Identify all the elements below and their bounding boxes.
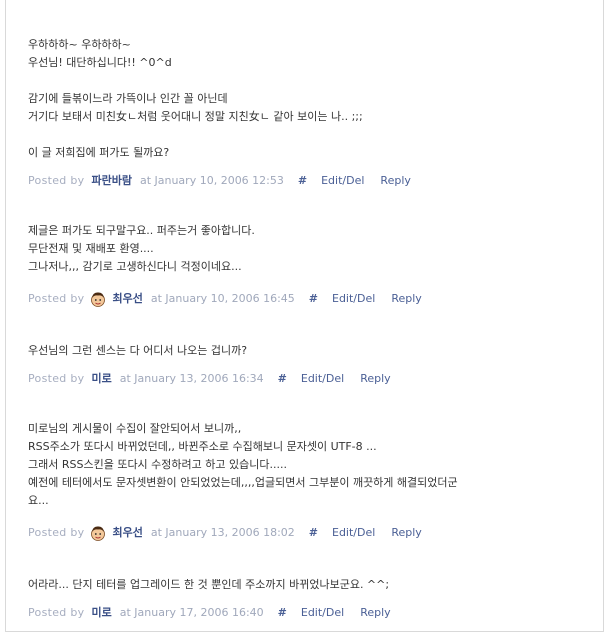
comment-date: at January 10, 2006 12:53 <box>139 174 284 187</box>
comment-author-link[interactable]: 미로 <box>91 604 111 622</box>
comment-meta: Posted by 최우선 at January 10, 2006 16:45 … <box>28 290 598 308</box>
comment-meta: Posted by 파란바람 at January 10, 2006 12:53… <box>28 172 598 190</box>
comment-text-line <box>28 72 598 90</box>
user-avatar-icon <box>91 526 106 541</box>
comment-item: 어라라... 단지 테터를 업그레이드 한 것 뿐인데 주소까지 바뀌었나보군요… <box>28 576 598 622</box>
comment-author-link[interactable]: 파란바람 <box>91 172 131 190</box>
comment-text-line: 요... <box>28 494 49 507</box>
comment-text-line: 무단전재 및 재배포 환영.... <box>28 242 154 255</box>
comment-text-line: 우선님의 그런 센스는 다 어디서 나오는 겁니까? <box>28 344 248 357</box>
posted-by-label: Posted by <box>28 372 85 385</box>
posted-by-label: Posted by <box>28 292 85 305</box>
comment-author-link[interactable]: 최우선 <box>112 524 142 542</box>
edit-delete-link[interactable]: Edit/Del <box>301 370 344 388</box>
reply-link[interactable]: Reply <box>380 172 410 190</box>
comment-item: 우하하하~ 우하하하~ 우선님! 대단하십니다!! ^0^d 감기에 들볶이느라… <box>28 36 598 190</box>
comment-text-line: 어라라... 단지 테터를 업그레이드 한 것 뿐인데 주소까지 바뀌었나보군요… <box>28 578 390 591</box>
user-avatar-icon <box>91 292 106 307</box>
comment-text-line: 그래서 RSS스킨을 또다시 수정하려고 하고 있습니다..... <box>28 458 287 471</box>
posted-by-label: Posted by <box>28 526 85 539</box>
comment-text-line: 예전에 테터에서도 문자셋변환이 안되었었는데,,,,업글되면서 그부분이 깨끗… <box>28 476 458 489</box>
comment-text-line: 이 글 저희집에 퍼가도 될까요? <box>28 146 170 159</box>
comment-meta: Posted by 미로 at January 17, 2006 16:40 #… <box>28 604 598 622</box>
comment-text-line: RSS주소가 또다시 바뀌었던데,, 바뀐주소로 수집해보니 문자셋이 UTF-… <box>28 440 377 453</box>
comment-text-line: 감기에 들볶이느라 가뜩이나 인간 꼴 아닌데 <box>28 92 228 105</box>
comment-item: 제글은 퍼가도 되구말구요.. 퍼주는거 좋아합니다. 무단전재 및 재배포 환… <box>28 222 598 308</box>
comment-text-line: 우선님! 대단하십니다!! ^0^d <box>28 56 172 69</box>
posted-by-label: Posted by <box>28 174 85 187</box>
posted-by-label: Posted by <box>28 606 85 619</box>
permalink-link[interactable]: # <box>298 172 307 190</box>
comment-text-line: 우하하하~ 우하하하~ <box>28 38 131 51</box>
reply-link[interactable]: Reply <box>391 524 421 542</box>
comment-item: 미로님의 게시물이 수집이 잘안되어서 보니까,, RSS주소가 또다시 바뀌었… <box>28 420 598 542</box>
comment-meta: Posted by 최우선 at January 13, 2006 18:02 … <box>28 524 598 542</box>
comment-date: at January 13, 2006 18:02 <box>150 526 295 539</box>
permalink-link[interactable]: # <box>278 604 287 622</box>
comment-list: 우하하하~ 우하하하~ 우선님! 대단하십니다!! ^0^d 감기에 들볶이느라… <box>5 0 604 632</box>
comment-date: at January 10, 2006 16:45 <box>150 292 295 305</box>
comment-author-link[interactable]: 미로 <box>91 370 111 388</box>
permalink-link[interactable]: # <box>309 290 318 308</box>
permalink-link[interactable]: # <box>278 370 287 388</box>
comment-meta: Posted by 미로 at January 13, 2006 16:34 #… <box>28 370 598 388</box>
edit-delete-link[interactable]: Edit/Del <box>332 524 375 542</box>
comment-text-line: 제글은 퍼가도 되구말구요.. 퍼주는거 좋아합니다. <box>28 224 255 237</box>
comment-text-line: 거기다 보태서 미친女ㄴ처럼 웃어대니 정말 지친女ㄴ 같아 보이는 나.. ;… <box>28 110 363 123</box>
reply-link[interactable]: Reply <box>360 370 390 388</box>
reply-link[interactable]: Reply <box>391 290 421 308</box>
comment-item: 우선님의 그런 센스는 다 어디서 나오는 겁니까? Posted by 미로 … <box>28 342 598 388</box>
edit-delete-link[interactable]: Edit/Del <box>301 604 344 622</box>
comment-text-line: 미로님의 게시물이 수집이 잘안되어서 보니까,, <box>28 422 242 435</box>
comment-date: at January 13, 2006 16:34 <box>119 372 264 385</box>
comment-author-link[interactable]: 최우선 <box>112 290 142 308</box>
reply-link[interactable]: Reply <box>360 604 390 622</box>
edit-delete-link[interactable]: Edit/Del <box>321 172 364 190</box>
edit-delete-link[interactable]: Edit/Del <box>332 290 375 308</box>
permalink-link[interactable]: # <box>309 524 318 542</box>
comment-date: at January 17, 2006 16:40 <box>119 606 264 619</box>
comment-text-line <box>28 126 598 144</box>
comment-text-line: 그나저나,,, 감기로 고생하신다니 걱정이네요... <box>28 260 242 273</box>
